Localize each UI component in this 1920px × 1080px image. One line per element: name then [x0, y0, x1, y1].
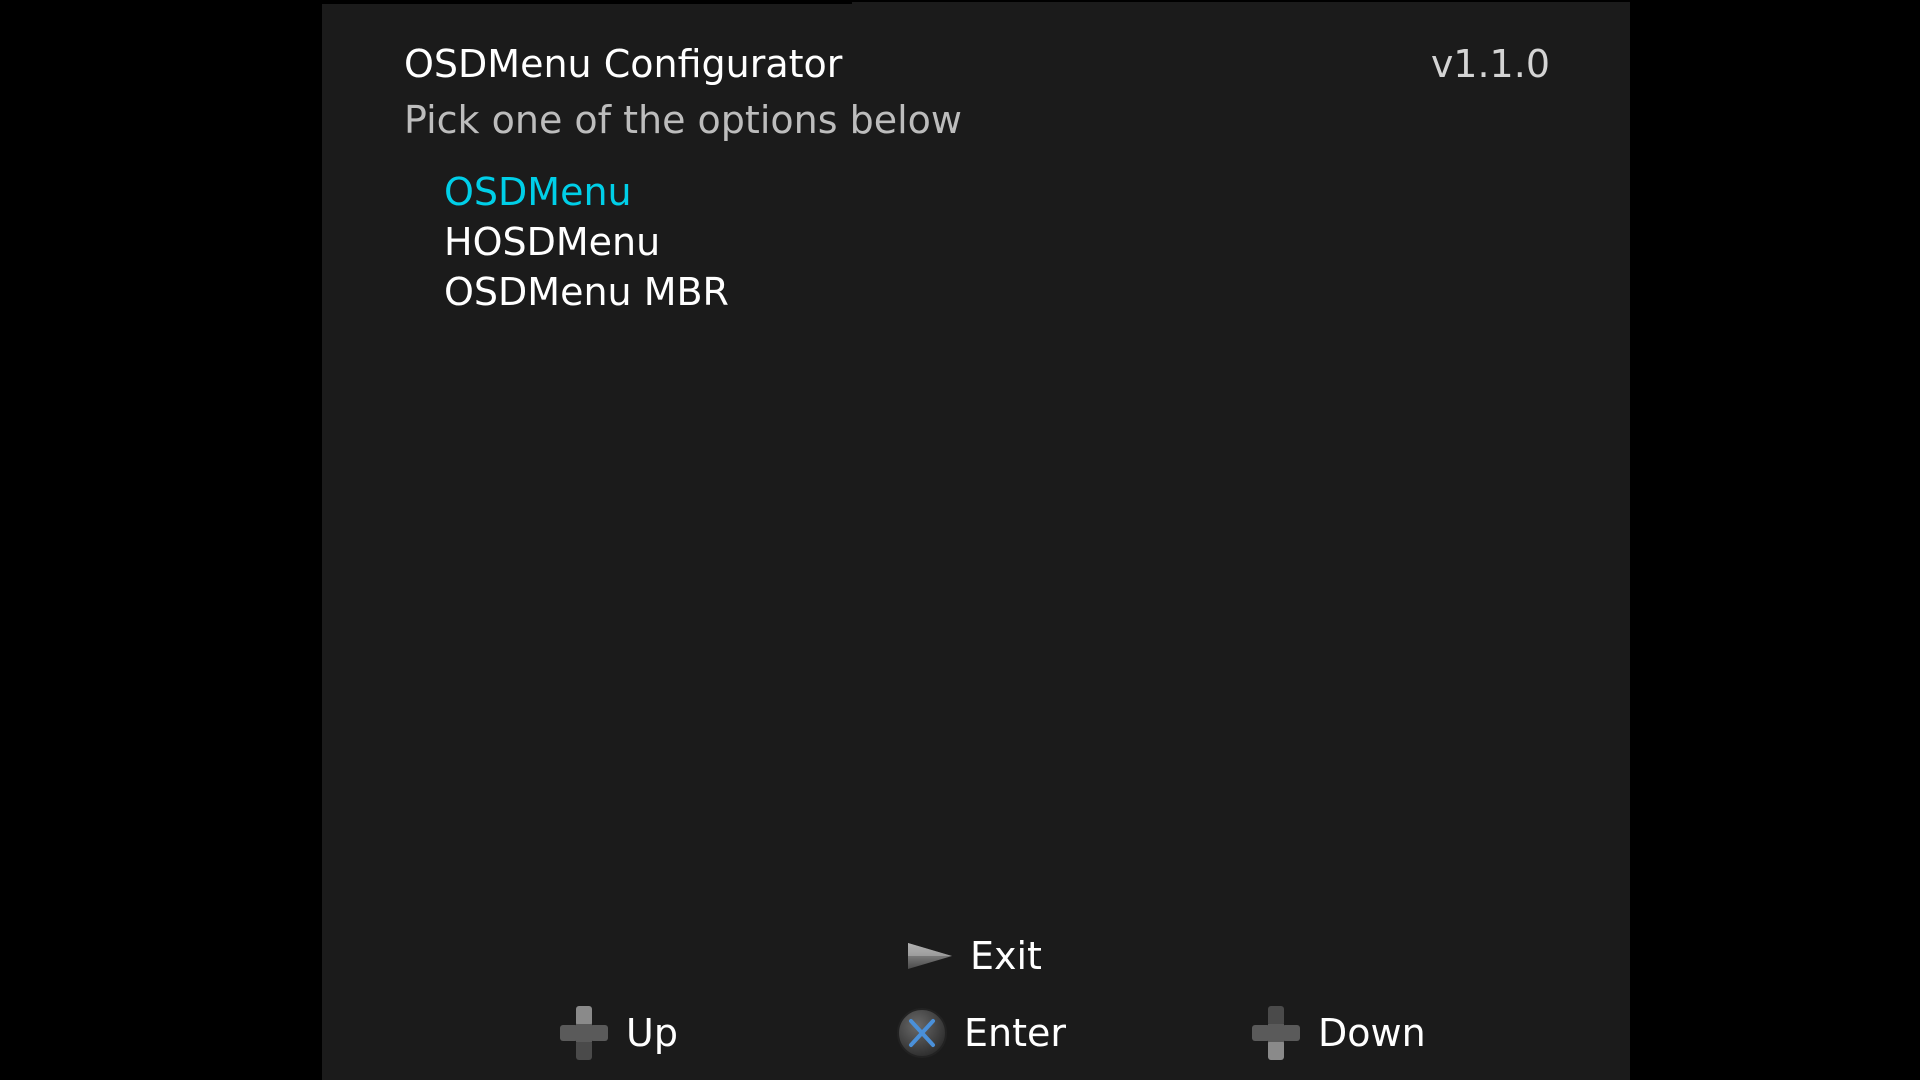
down-hint[interactable]: Down: [1250, 1006, 1426, 1060]
up-hint[interactable]: Up: [558, 1006, 678, 1060]
configurator-panel: OSDMenu Configurator v1.1.0 Pick one of …: [322, 2, 1630, 1080]
exit-hint[interactable]: Exit: [906, 929, 1042, 983]
option-menu: OSDMenu HOSDMenu OSDMenu MBR: [444, 167, 729, 317]
app-title: OSDMenu Configurator: [404, 42, 843, 86]
dpad-up-icon: [558, 1004, 610, 1062]
panel-top-edge: [322, 2, 852, 4]
screen: OSDMenu Configurator v1.1.0 Pick one of …: [0, 0, 1920, 1080]
enter-label: Enter: [964, 1011, 1066, 1055]
enter-hint[interactable]: Enter: [896, 1006, 1066, 1060]
cross-button-icon: [896, 1007, 948, 1059]
menu-item-osdmenu-mbr[interactable]: OSDMenu MBR: [444, 267, 729, 317]
dpad-down-icon: [1250, 1004, 1302, 1062]
version-label: v1.1.0: [1430, 42, 1550, 86]
instruction-subtitle: Pick one of the options below: [404, 98, 962, 142]
triangle-button-icon: [906, 939, 954, 973]
menu-item-osdmenu[interactable]: OSDMenu: [444, 167, 729, 217]
up-label: Up: [626, 1011, 678, 1055]
down-label: Down: [1318, 1011, 1426, 1055]
exit-label: Exit: [970, 934, 1042, 978]
menu-item-hosdmenu[interactable]: HOSDMenu: [444, 217, 729, 267]
